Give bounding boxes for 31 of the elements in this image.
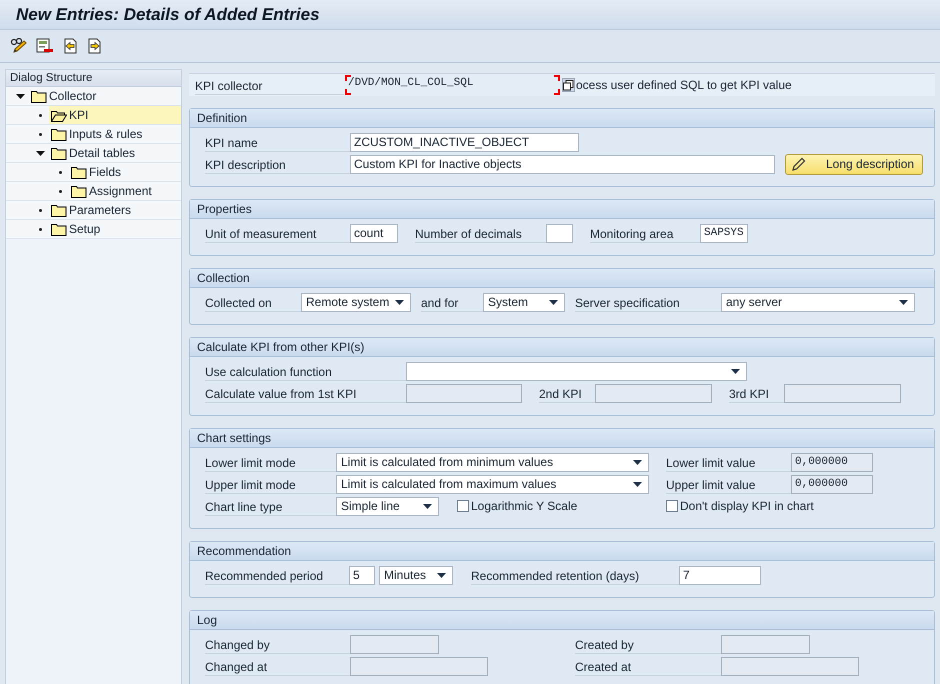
input-field[interactable]: count bbox=[350, 224, 398, 242]
input-field[interactable]: /DVD/MON_CL_COL_SQL bbox=[344, 74, 561, 96]
group-title: Log bbox=[190, 611, 934, 630]
collector-description: ocess user defined SQL to get KPI value bbox=[576, 78, 792, 92]
group-title: Definition bbox=[190, 109, 934, 128]
group-title: Collection bbox=[190, 269, 934, 288]
dropdown[interactable]: Remote system bbox=[301, 292, 411, 312]
input-field[interactable]: SAPSYS bbox=[700, 224, 748, 242]
checkbox-label: Logarithmic Y Scale bbox=[471, 499, 578, 513]
window-title: New Entries: Details of Added Entries bbox=[16, 4, 320, 24]
input-field[interactable]: Custom KPI for Inactive objects bbox=[350, 154, 775, 174]
group-title: Recommendation bbox=[190, 542, 934, 561]
group-title: Properties bbox=[190, 200, 934, 219]
input-field[interactable]: 5 bbox=[349, 566, 375, 584]
input-field[interactable]: 7 bbox=[679, 566, 761, 584]
panel-title: Dialog Structure bbox=[6, 70, 181, 87]
field-label: Use calculation function bbox=[205, 362, 406, 380]
field-label: Calculate value from 1st KPI bbox=[205, 384, 406, 402]
checkbox-label: Don't display KPI in chart bbox=[680, 499, 814, 513]
group-title: Calculate KPI from other KPI(s) bbox=[190, 338, 934, 357]
dropdown[interactable]: Limit is calculated from maximum values bbox=[336, 474, 649, 494]
dropdown[interactable]: System bbox=[483, 292, 565, 312]
dropdown[interactable]: Minutes bbox=[379, 566, 453, 584]
dropdown[interactable]: Limit is calculated from minimum values bbox=[336, 452, 649, 472]
dropdown[interactable]: Simple line bbox=[336, 496, 439, 516]
dropdown[interactable]: any server bbox=[721, 292, 915, 312]
group-title: Chart settings bbox=[190, 429, 934, 448]
tree-item[interactable]: KPI bbox=[49, 106, 181, 124]
long-description-button[interactable]: Long description bbox=[785, 154, 923, 174]
field-label: Recommended retention (days) bbox=[471, 566, 679, 584]
input-field[interactable]: ZCUSTOM_INACTIVE_OBJECT bbox=[350, 132, 579, 152]
